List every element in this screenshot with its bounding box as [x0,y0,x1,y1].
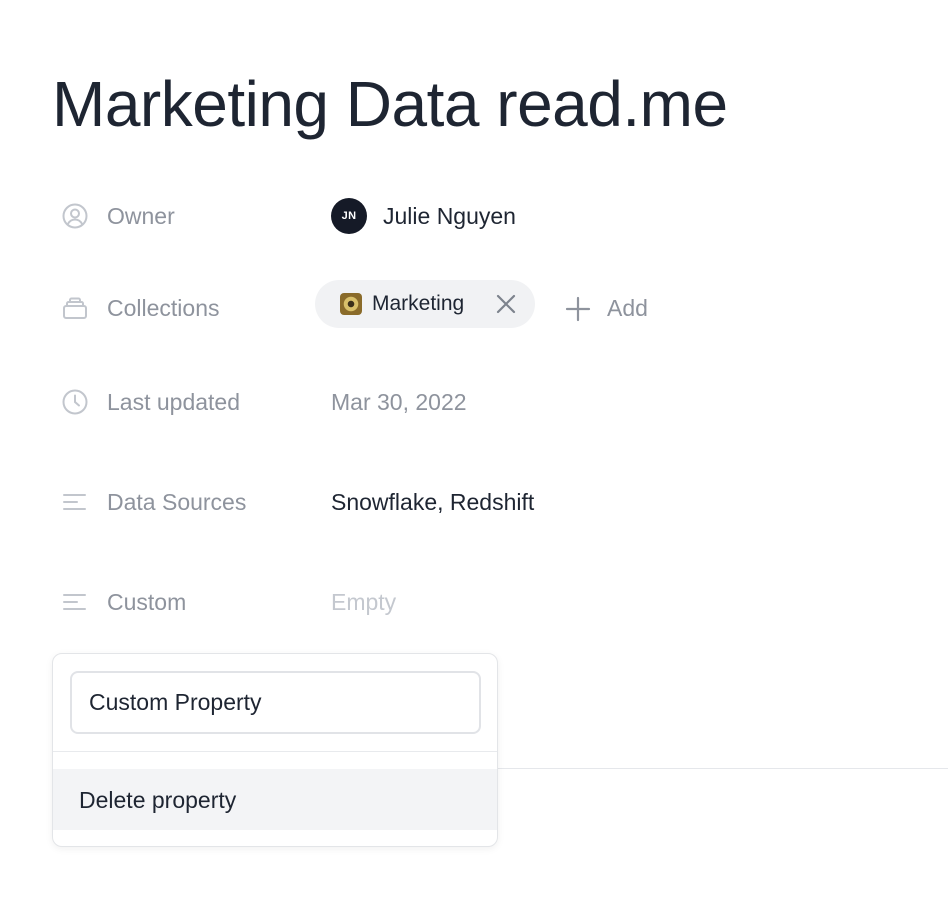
property-row-custom: Custom Empty [0,578,948,626]
page-title[interactable]: Marketing Data read.me [52,66,728,142]
owner-label: Owner [107,203,175,229]
data-sources-label: Data Sources [107,489,247,515]
disc-emoji-icon [340,293,362,315]
property-edit-popover: Delete property [52,653,498,847]
property-row-owner: Owner JN Julie Nguyen [0,192,948,240]
section-divider [497,768,948,769]
collection-chip-label: Marketing [372,292,465,315]
plus-icon [565,296,591,322]
popover-divider [53,751,497,752]
owner-name[interactable]: Julie Nguyen [383,203,516,229]
property-row-last-updated: Last updated Mar 30, 2022 [0,378,948,426]
text-lines-icon [63,594,86,610]
collections-label: Collections [107,295,220,321]
clock-icon [62,389,88,415]
avatar[interactable]: JN [331,198,367,234]
collection-icon [63,297,87,319]
add-label: Add [607,295,648,321]
user-circle-icon [62,203,88,229]
property-row-data-sources: Data Sources Snowflake, Redshift [0,478,948,526]
delete-property-button[interactable]: Delete property [53,769,497,830]
data-sources-value[interactable]: Snowflake, Redshift [331,489,534,515]
collection-chip-marketing[interactable]: Marketing [315,280,535,328]
add-collection-button[interactable]: Add [565,284,675,332]
text-lines-icon [63,494,86,510]
custom-value[interactable]: Empty [331,589,396,615]
last-updated-label: Last updated [107,389,241,415]
property-name-input[interactable] [70,671,481,734]
delete-property-label: Delete property [79,787,237,813]
close-icon[interactable] [495,293,517,315]
last-updated-value: Mar 30, 2022 [331,389,467,415]
custom-label[interactable]: Custom [107,589,186,615]
